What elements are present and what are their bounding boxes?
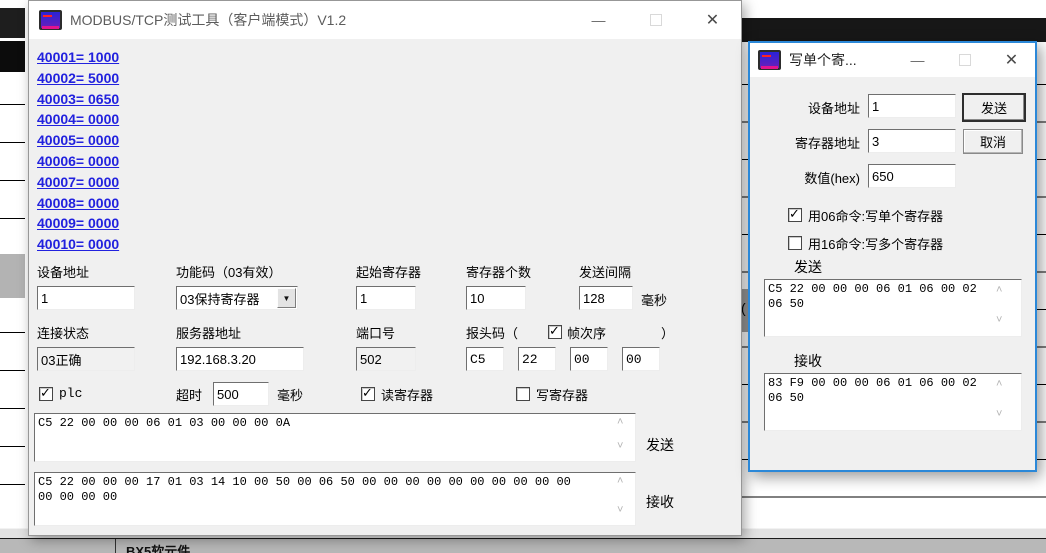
device-address-label: 设备地址	[37, 262, 89, 281]
send-label: 发送	[646, 435, 674, 455]
connection-status-label: 连接状态	[37, 323, 89, 342]
scroll-up-icon[interactable]: ˄	[996, 379, 1033, 389]
start-register-input[interactable]	[356, 286, 416, 310]
scroll-up-icon[interactable]: ˄	[617, 476, 739, 486]
read-register-checkbox[interactable]	[361, 387, 375, 401]
background-bottom-bar-divider	[115, 539, 116, 553]
frame-order-label: 帧次序	[567, 323, 606, 342]
register-count-label: 寄存器个数	[466, 262, 531, 281]
scroll-up-icon[interactable]: ˄	[617, 417, 739, 427]
scroll-up-icon[interactable]: ˄	[996, 285, 1033, 295]
register-link[interactable]: 40010= 0000	[37, 234, 119, 255]
cmd16-checkbox[interactable]	[788, 236, 802, 250]
timeout-input[interactable]	[213, 382, 269, 406]
background-dark-band	[740, 18, 1046, 42]
register-link[interactable]: 40005= 0000	[37, 130, 119, 151]
dialog-value-hex-input[interactable]	[868, 164, 956, 188]
header-code-label: 报头码（	[466, 323, 518, 342]
minimize-icon[interactable]: —	[570, 1, 627, 39]
plc-checkbox[interactable]	[39, 387, 53, 401]
screen: ( 77 BX5软元件 MODBUS/TCP测试工具（客户端模式）V1.2 — …	[0, 0, 1046, 553]
port-label: 端口号	[356, 323, 395, 342]
close-icon[interactable]: ✕	[988, 43, 1035, 77]
main-window-controls: — ✕	[570, 1, 741, 39]
write-register-dialog: 写单个寄... — ✕ 设备地址 发送 寄存器地址 取消 数值(hex) 用06…	[748, 41, 1037, 472]
register-link[interactable]: 40004= 0000	[37, 109, 119, 130]
header-byte-4-input[interactable]	[622, 347, 660, 371]
server-address-input[interactable]	[176, 347, 304, 371]
register-count-input[interactable]	[466, 286, 526, 310]
scroll-down-icon[interactable]: ˅	[996, 409, 1033, 467]
chevron-down-icon[interactable]	[277, 288, 296, 308]
dialog-device-address-label: 设备地址	[752, 98, 860, 117]
receive-label: 接收	[646, 492, 674, 512]
device-address-input[interactable]	[37, 286, 135, 310]
header-byte-1-input[interactable]	[466, 347, 504, 371]
dialog-title: 写单个寄...	[789, 50, 857, 70]
write-register-checkbox[interactable]	[516, 387, 530, 401]
header-code-close-paren: ）	[661, 323, 674, 342]
dialog-receive-label: 接收	[794, 351, 822, 371]
timeout-unit: 毫秒	[277, 385, 303, 404]
dialog-device-address-input[interactable]	[868, 94, 956, 118]
send-interval-input[interactable]	[579, 286, 633, 310]
register-link[interactable]: 40007= 0000	[37, 172, 119, 193]
main-titlebar: MODBUS/TCP测试工具（客户端模式）V1.2 — ✕	[29, 1, 741, 39]
main-window-title: MODBUS/TCP测试工具（客户端模式）V1.2	[70, 10, 346, 30]
function-code-select[interactable]: 03保持寄存器	[176, 286, 298, 310]
dialog-register-address-label: 寄存器地址	[752, 133, 860, 152]
maximize-icon[interactable]	[941, 43, 988, 77]
dialog-window-controls: — ✕	[894, 43, 1035, 77]
connection-status-field	[37, 347, 135, 371]
background-bottom-bar-label: BX5软元件	[126, 541, 190, 553]
dialog-cancel-button[interactable]: 取消	[963, 129, 1023, 154]
timeout-label: 超时	[176, 385, 202, 404]
send-interval-label: 发送间隔	[579, 262, 631, 281]
cmd16-label: 用16命令:写多个寄存器	[808, 234, 943, 253]
cmd06-label: 用06命令:写单个寄存器	[808, 206, 943, 225]
dialog-send-button[interactable]: 发送	[962, 93, 1026, 122]
main-window: MODBUS/TCP测试工具（客户端模式）V1.2 — ✕ 40001= 100…	[28, 0, 742, 536]
read-register-label: 读寄存器	[381, 385, 433, 404]
function-code-value: 03保持寄存器	[177, 289, 276, 308]
send-frame-textarea[interactable]: C5 22 00 00 00 06 01 03 00 00 00 0A	[34, 413, 636, 462]
register-link[interactable]: 40006= 0000	[37, 151, 119, 172]
register-list: 40001= 1000 40002= 5000 40003= 0650 4000…	[37, 47, 119, 255]
app-icon	[758, 50, 781, 70]
register-link[interactable]: 40002= 5000	[37, 68, 119, 89]
background-dark-row	[0, 41, 25, 72]
plc-label: plc	[59, 386, 82, 401]
background-dark-row	[0, 8, 25, 38]
dialog-receive-textarea[interactable]: 83 F9 00 00 00 06 01 06 00 02 06 50	[764, 373, 1022, 431]
register-link[interactable]: 40008= 0000	[37, 193, 119, 214]
scroll-down-icon[interactable]: ˅	[617, 505, 739, 532]
minimize-icon[interactable]: —	[894, 43, 941, 77]
receive-frame-textarea[interactable]: C5 22 00 00 00 17 01 03 14 10 00 50 00 0…	[34, 472, 636, 526]
send-interval-unit: 毫秒	[641, 290, 667, 309]
function-code-label: 功能码（03有效）	[176, 262, 281, 281]
header-byte-2-input[interactable]	[518, 347, 556, 371]
close-icon[interactable]: ✕	[684, 1, 741, 39]
register-link[interactable]: 40001= 1000	[37, 47, 119, 68]
app-icon	[39, 10, 62, 30]
dialog-send-textarea[interactable]: C5 22 00 00 00 06 01 06 00 02 06 50	[764, 279, 1022, 337]
cmd06-checkbox[interactable]	[788, 208, 802, 222]
server-address-label: 服务器地址	[176, 323, 241, 342]
background-selected-row	[0, 254, 25, 298]
register-link[interactable]: 40003= 0650	[37, 89, 119, 110]
dialog-register-address-input[interactable]	[868, 129, 956, 153]
header-byte-3-input[interactable]	[570, 347, 608, 371]
dialog-titlebar: 写单个寄... — ✕	[750, 43, 1035, 77]
register-link[interactable]: 40009= 0000	[37, 213, 119, 234]
frame-order-checkbox[interactable]	[548, 325, 562, 339]
dialog-send-label: 发送	[794, 257, 822, 277]
start-register-label: 起始寄存器	[356, 262, 421, 281]
write-register-label: 写寄存器	[536, 385, 588, 404]
port-input[interactable]	[356, 347, 416, 371]
maximize-icon[interactable]	[627, 1, 684, 39]
background-grid-lines-left	[0, 104, 25, 504]
dialog-value-hex-label: 数值(hex)	[752, 168, 860, 187]
